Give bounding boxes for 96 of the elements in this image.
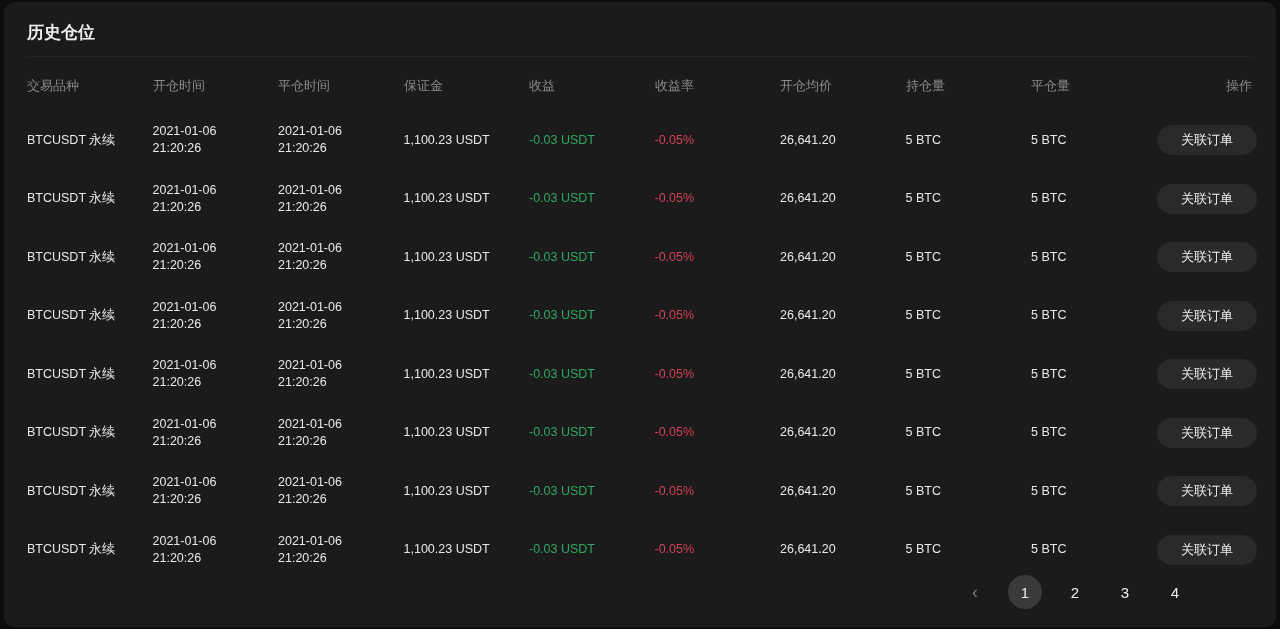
related-orders-button[interactable]: 关联订单 [1156,242,1257,273]
table-cell: BTCUSDT 永续 [27,308,116,323]
table-cell: -0.03 USDT [529,542,595,557]
column-header: 平仓量 [1031,78,1070,93]
page-button[interactable]: 2 [1058,575,1092,609]
table-cell: 1,100.23 USDT [403,249,490,264]
table-cell: 5 BTC [1031,249,1067,264]
table-cell: -0.05% [654,425,695,440]
column-header: 操作 [1226,78,1252,93]
table-cell: 5 BTC [905,425,941,440]
table-cell: -0.05% [654,542,695,557]
table-cell: 1,100.23 USDT [403,425,490,440]
table-cell: 5 BTC [1031,366,1067,381]
table-cell: 2021-01-06 21:20:26 [152,124,217,156]
table-cell: 5 BTC [905,542,941,557]
panel-title: 历史仓位 [27,22,96,44]
table-cell: 1,100.23 USDT [403,366,490,381]
page-button[interactable]: 3 [1108,575,1142,609]
table-cell: 2021-01-06 21:20:26 [278,416,342,448]
table-cell: 5 BTC [905,249,941,264]
table-cell: 5 BTC [905,308,941,323]
related-orders-button[interactable]: 关联订单 [1156,476,1257,507]
table-cell: 5 BTC [905,483,941,498]
table-cell: 1,100.23 USDT [403,308,490,323]
table-cell: 1,100.23 USDT [403,542,490,557]
table-cell: BTCUSDT 永续 [27,132,116,147]
column-header: 持仓量 [905,78,945,93]
table-cell: BTCUSDT 永续 [27,425,116,440]
column-header: 交易品种 [27,78,79,93]
page-button[interactable]: 4 [1158,575,1192,609]
table-cell: 2021-01-06 21:20:26 [152,299,217,331]
table-cell: -0.03 USDT [529,132,595,147]
column-header: 开仓时间 [152,78,205,93]
table-cell: 2021-01-06 21:20:26 [152,241,217,273]
table-cell: 5 BTC [1031,425,1067,440]
table-cell: 5 BTC [905,366,941,381]
column-header: 收益 [529,78,555,93]
table-cell: 2021-01-06 21:20:26 [278,182,342,214]
column-header: 开仓均价 [780,78,832,93]
table-cell: 5 BTC [1031,308,1067,323]
column-header: 收益率 [654,78,694,93]
table-cell: 26,641.20 [780,132,836,147]
table-cell: 26,641.20 [780,425,836,440]
table-cell: 26,641.20 [780,308,836,323]
table-cell: -0.05% [654,366,695,381]
table-cell: 26,641.20 [780,542,836,557]
table-cell: -0.03 USDT [529,366,595,381]
table-cell: BTCUSDT 永续 [27,483,116,498]
table-cell: 2021-01-06 21:20:26 [278,533,342,565]
table-cell: BTCUSDT 永续 [27,366,116,381]
table-cell: -0.05% [654,483,695,498]
related-orders-button[interactable]: 关联订单 [1156,417,1257,448]
table-cell: 2021-01-06 21:20:26 [152,533,217,565]
table-cell: 5 BTC [1031,191,1067,206]
table-cell: 26,641.20 [780,483,836,498]
table-cell: 2021-01-06 21:20:26 [278,475,342,507]
column-header: 平仓时间 [278,78,330,93]
table-cell: 5 BTC [1031,542,1067,557]
related-orders-button[interactable]: 关联订单 [1156,183,1257,214]
table-cell: 2021-01-06 21:20:26 [278,358,342,390]
table-cell: 2021-01-06 21:20:26 [152,475,217,507]
table-cell: 5 BTC [905,132,941,147]
table-cell: -0.03 USDT [529,191,595,206]
table-cell: 5 BTC [1031,132,1067,147]
table-cell: 2021-01-06 21:20:26 [152,416,217,448]
table-cell: 1,100.23 USDT [403,191,490,206]
table-cell: 2021-01-06 21:20:26 [278,241,342,273]
table-cell: BTCUSDT 永续 [27,249,116,264]
table-cell: 2021-01-06 21:20:26 [152,182,217,214]
table-cell: -0.03 USDT [529,483,595,498]
table-cell: -0.05% [654,249,695,264]
table-cell: -0.05% [654,132,695,147]
previous-page-button[interactable]: ‹ [958,575,992,609]
table-cell: -0.03 USDT [529,308,595,323]
table-cell: -0.03 USDT [529,425,595,440]
table-cell: 26,641.20 [780,249,836,264]
table-cell: 5 BTC [1031,483,1067,498]
table-cell: 2021-01-06 21:20:26 [278,124,342,156]
related-orders-button[interactable]: 关联订单 [1156,534,1257,565]
table-cell: 2021-01-06 21:20:26 [152,358,217,390]
page-button[interactable]: 1 [1008,575,1042,609]
column-header: 保证金 [403,78,443,93]
related-orders-button[interactable]: 关联订单 [1156,300,1257,331]
related-orders-button[interactable]: 关联订单 [1156,125,1257,156]
table-cell: 5 BTC [905,191,941,206]
table-cell: 26,641.20 [780,191,836,206]
table-cell: -0.05% [654,308,695,323]
table-cell: 1,100.23 USDT [403,132,490,147]
related-orders-button[interactable]: 关联订单 [1156,359,1257,390]
table-cell: 26,641.20 [780,366,836,381]
table-cell: BTCUSDT 永续 [27,542,116,557]
table-cell: 1,100.23 USDT [403,483,490,498]
table-cell: -0.03 USDT [529,249,595,264]
table-cell: 2021-01-06 21:20:26 [278,299,342,331]
table-cell: BTCUSDT 永续 [27,191,116,206]
table-cell: -0.05% [654,191,695,206]
